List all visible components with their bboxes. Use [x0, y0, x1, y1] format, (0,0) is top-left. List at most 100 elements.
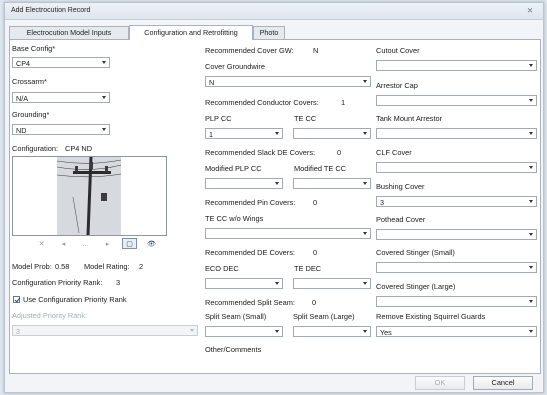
- cover-groundwire-value: N: [209, 78, 215, 87]
- rec-cover-gw-label: Recommended Cover GW:: [205, 46, 294, 55]
- cutout-cover-label: Cutout Cover: [376, 46, 420, 55]
- mod-plp-cc-select[interactable]: [205, 178, 283, 189]
- te-cc-wo-wings-select[interactable]: [205, 228, 371, 239]
- other-comments-label: Other/Comments: [205, 345, 262, 354]
- use-priority-rank-label: Use Configuration Priority Rank: [23, 295, 127, 304]
- covered-stinger-small-label: Covered Stinger (Small): [376, 248, 455, 257]
- priority-rank-label: Configuration Priority Rank:: [12, 278, 103, 287]
- chevron-down-icon: [529, 330, 533, 333]
- grounding-select[interactable]: ND: [12, 124, 110, 135]
- te-dec-select[interactable]: [293, 278, 371, 289]
- forward-icon[interactable]: ▸: [100, 238, 115, 249]
- rec-slack-de-value: 0: [337, 148, 342, 157]
- rec-conductor-covers-label: Recommended Conductor Covers:: [205, 98, 319, 107]
- rec-pin-covers-value: 0: [313, 198, 318, 207]
- pothead-cover-select[interactable]: [376, 229, 537, 240]
- covered-stinger-small-select[interactable]: [376, 262, 537, 273]
- chevron-down-icon: [529, 200, 533, 203]
- chevron-down-icon: [363, 132, 367, 135]
- adjusted-priority-rank-value: 3: [16, 327, 20, 336]
- split-seam-small-label: Split Seam (Small): [205, 312, 267, 321]
- base-config-select[interactable]: CP4: [12, 57, 110, 68]
- chevron-down-icon: [102, 61, 106, 64]
- mod-te-cc-select[interactable]: [293, 178, 371, 189]
- arrestor-cap-select[interactable]: [376, 95, 537, 106]
- eco-dec-select[interactable]: [205, 278, 283, 289]
- binoculars-icon[interactable]: 👁: [144, 238, 159, 249]
- crossarm-label: Crossarm*: [12, 77, 47, 86]
- adjusted-priority-rank-label: Adjusted Priority Rank:: [12, 311, 88, 320]
- chevron-down-icon: [529, 132, 533, 135]
- back-icon[interactable]: ◂: [56, 238, 71, 249]
- rec-de-covers-label: Recommended DE Covers:: [205, 248, 295, 257]
- chevron-down-icon: [275, 282, 279, 285]
- chevron-down-icon: [529, 233, 533, 236]
- utility-pole-photo: [13, 157, 166, 235]
- tank-mount-arrestor-select[interactable]: [376, 128, 537, 139]
- cover-groundwire-select[interactable]: N: [205, 76, 371, 87]
- chevron-down-icon: [363, 232, 367, 235]
- use-priority-rank-checkbox[interactable]: [13, 296, 20, 303]
- clf-cover-select[interactable]: [376, 162, 537, 173]
- configuration-panel: Base Config* CP4 Crossarm* N/A Grounding…: [9, 39, 541, 374]
- rec-slack-de-label: Recommended Slack DE Covers:: [205, 148, 316, 157]
- chevron-down-icon: [363, 80, 367, 83]
- tab-electrocution-model-inputs[interactable]: Electrocution Model Inputs: [9, 26, 129, 39]
- chevron-down-icon: [363, 330, 367, 333]
- split-seam-large-label: Split Seam (Large): [293, 312, 355, 321]
- eco-dec-label: ECO DEC: [205, 264, 239, 273]
- te-cc-select[interactable]: [293, 128, 371, 139]
- model-rating-label: Model Rating:: [84, 262, 130, 271]
- covered-stinger-large-select[interactable]: [376, 296, 537, 307]
- photo-toolbar: ✕ ◂ … ▸ ▢ 👁: [12, 238, 165, 250]
- grounding-value: ND: [16, 126, 27, 135]
- clf-cover-label: CLF Cover: [376, 148, 412, 157]
- adjusted-priority-rank-select: 3: [12, 325, 198, 336]
- chevron-down-icon: [275, 330, 279, 333]
- configuration-photo: [12, 156, 167, 236]
- ellipsis-icon[interactable]: …: [78, 238, 93, 249]
- chevron-down-icon: [363, 282, 367, 285]
- window-icon[interactable]: ▢: [122, 238, 137, 249]
- bushing-cover-value: 3: [380, 198, 384, 207]
- arrestor-cap-label: Arrestor Cap: [376, 81, 418, 90]
- mod-te-cc-label: Modified TE CC: [294, 164, 347, 173]
- base-config-label: Base Config*: [12, 44, 56, 53]
- base-config-value: CP4: [16, 59, 30, 68]
- plp-cc-value: 1: [209, 130, 213, 139]
- model-prob-value: 0.58: [55, 262, 70, 271]
- tab-photo[interactable]: Photo: [253, 26, 285, 39]
- plp-cc-select[interactable]: 1: [205, 128, 283, 139]
- chevron-down-icon: [275, 132, 279, 135]
- bushing-cover-label: Bushing Cover: [376, 182, 425, 191]
- chevron-down-icon: [529, 64, 533, 67]
- chevron-down-icon: [363, 182, 367, 185]
- pothead-cover-label: Pothead Cover: [376, 215, 426, 224]
- remove-squirrel-guards-select[interactable]: Yes: [376, 326, 537, 337]
- priority-rank-value: 3: [116, 278, 121, 287]
- te-dec-label: TE DEC: [294, 264, 322, 273]
- remove-squirrel-guards-label: Remove Existing Squirrel Guards: [376, 312, 486, 321]
- ok-button[interactable]: OK: [415, 376, 465, 390]
- close-window-button[interactable]: ⨯: [523, 5, 537, 16]
- chevron-down-icon: [529, 266, 533, 269]
- crossarm-select[interactable]: N/A: [12, 92, 110, 103]
- tab-configuration-and-retrofitting[interactable]: Configuration and Retrofitting: [129, 25, 253, 40]
- cutout-cover-select[interactable]: [376, 60, 537, 71]
- chevron-down-icon: [275, 182, 279, 185]
- rec-pin-covers-label: Recommended Pin Covers:: [205, 198, 296, 207]
- title-bar: Add Electrocution Record ⨯: [5, 3, 543, 20]
- crossarm-value: N/A: [16, 94, 28, 103]
- covered-stinger-large-label: Covered Stinger (Large): [376, 282, 456, 291]
- split-seam-small-select[interactable]: [205, 326, 283, 337]
- tank-mount-arrestor-label: Tank Mount Arrestor: [376, 114, 443, 123]
- chevron-down-icon: [529, 166, 533, 169]
- cancel-button[interactable]: Cancel: [473, 376, 533, 390]
- plp-cc-label: PLP CC: [205, 114, 232, 123]
- dialog-window: Add Electrocution Record ⨯ Electrocution…: [4, 2, 544, 393]
- split-seam-large-select[interactable]: [293, 326, 371, 337]
- bushing-cover-select[interactable]: 3: [376, 196, 537, 207]
- close-icon[interactable]: ✕: [34, 238, 49, 249]
- model-rating-value: 2: [139, 262, 144, 271]
- configuration-value: CP4 ND: [65, 144, 93, 153]
